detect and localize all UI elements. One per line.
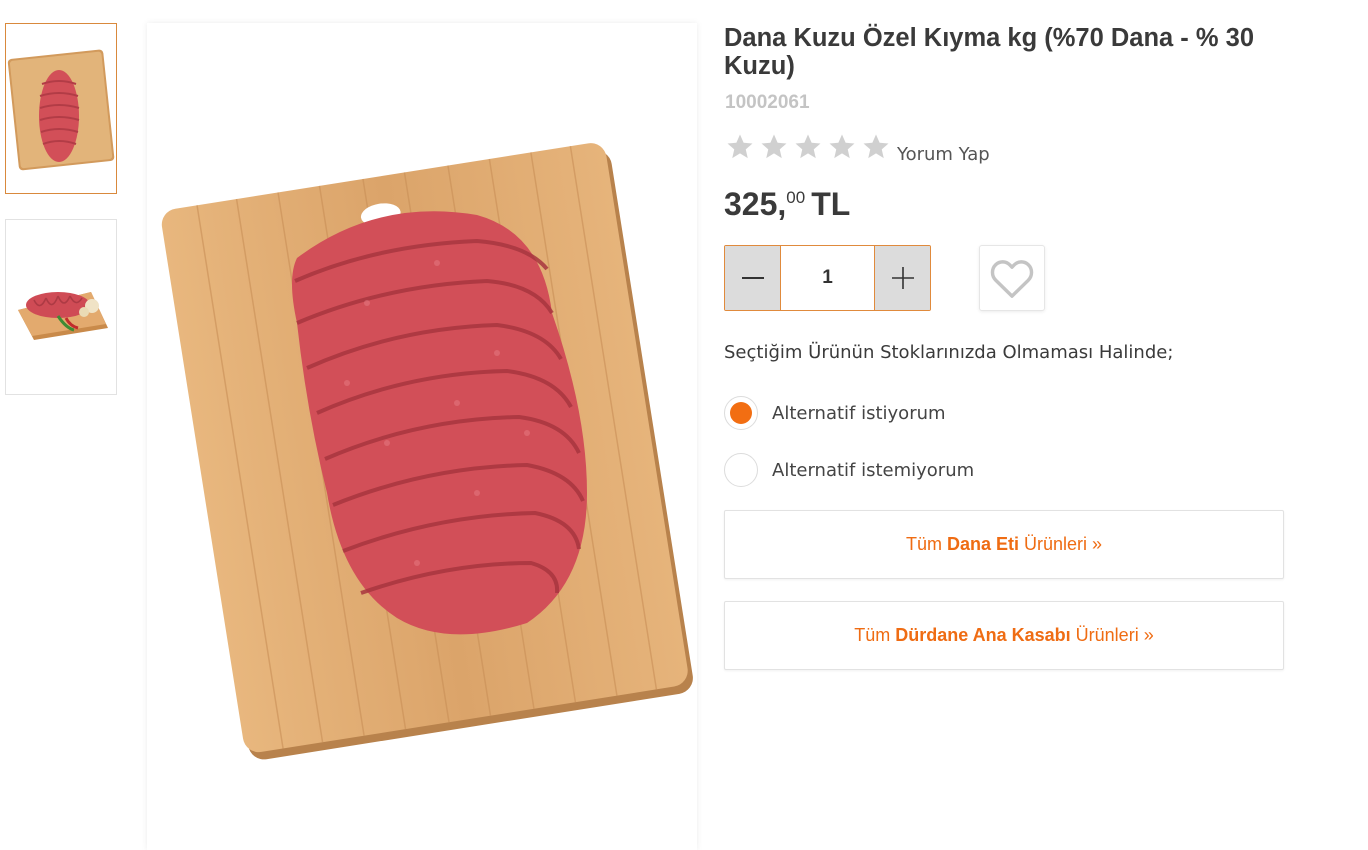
link-suffix: Ürünleri » [1075,625,1154,645]
add-to-favorites-button[interactable] [979,245,1045,311]
thumbnail-1[interactable] [5,23,117,194]
link-highlight: Dana Eti [946,534,1019,554]
star-icon[interactable] [826,132,858,162]
option-want-alternative[interactable]: Alternatif istiyorum [724,396,946,430]
thumbnail-image-board-angle [18,292,108,340]
product-price: 325,00 TL [724,186,850,223]
all-butcher-products-link[interactable]: Tüm Dürdane Ana Kasabı Ürünleri » [724,601,1284,670]
stock-question: Seçtiğim Ürünün Stoklarınızda Olmaması H… [724,342,1174,363]
rating-stars[interactable] [724,132,892,162]
product-sku: 10002061 [725,92,810,113]
option-label: Alternatif istiyorum [772,402,946,424]
link-prefix: Tüm [854,625,891,645]
quantity-stepper [724,245,931,311]
main-product-image[interactable] [147,23,697,850]
product-title: Dana Kuzu Özel Kıyma kg (%70 Dana - % 30… [724,24,1254,80]
decrease-quantity-button[interactable] [725,246,780,310]
product-photo-minced-meat-on-cutting-board [161,143,693,760]
link-prefix: Tüm [905,534,942,554]
increase-quantity-button[interactable] [875,246,930,310]
option-label: Alternatif istemiyorum [772,459,975,481]
radio-button[interactable] [724,453,758,487]
minus-icon [741,277,764,279]
link-highlight: Dürdane Ana Kasabı [895,625,1071,645]
radio-button-selected[interactable] [724,396,758,430]
write-review-link[interactable]: Yorum Yap [897,144,990,165]
thumbnail-2[interactable] [5,219,117,395]
heart-icon [990,260,1034,298]
link-suffix: Ürünleri » [1024,534,1103,554]
thumbnail-image-board-top [7,49,115,171]
price-currency: TL [811,186,851,222]
star-icon[interactable] [792,132,824,162]
radio-selected-dot [730,402,752,424]
price-decimals: 00 [786,188,806,207]
quantity-input[interactable] [780,246,875,310]
option-no-alternative[interactable]: Alternatif istemiyorum [724,453,974,487]
all-beef-products-link[interactable]: Tüm Dana Eti Ürünleri » [724,510,1284,579]
price-integer: 325, [724,186,787,222]
star-icon[interactable] [724,132,756,162]
plus-icon [891,267,914,289]
star-icon[interactable] [758,132,790,162]
star-icon[interactable] [860,132,892,162]
